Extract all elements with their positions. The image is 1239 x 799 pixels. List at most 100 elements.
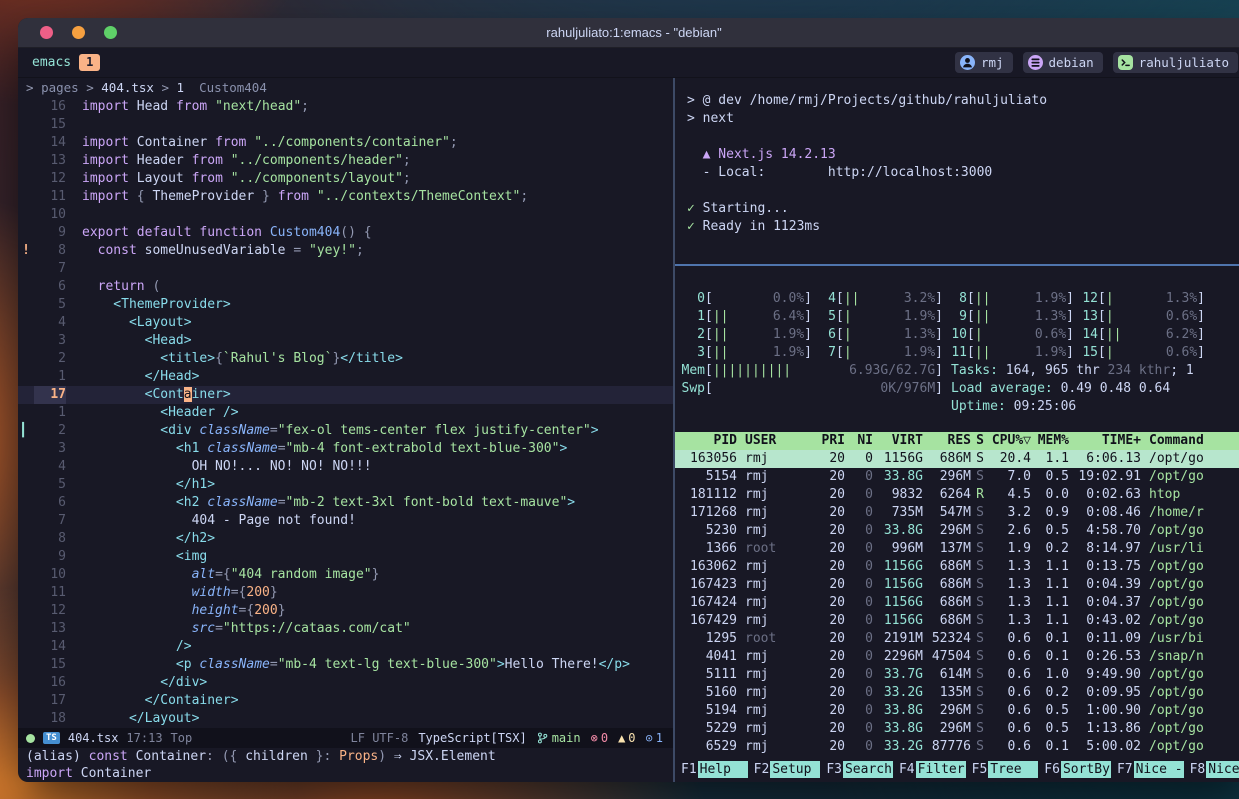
column-header-ni[interactable]: NI [845, 432, 873, 450]
process-row[interactable]: 171268rmj200735M547MS3.20.90:08.46/home/… [681, 504, 1239, 522]
code-line[interactable]: 1 <Header /> [18, 404, 673, 422]
token: /> [82, 639, 192, 654]
code-line[interactable]: 4 OH NO!... NO! NO! NO!!! [18, 458, 673, 476]
code-line[interactable]: 3 <Head> [18, 332, 673, 350]
code-line[interactable]: 6 <h2 className="mb-2 text-3xl font-bold… [18, 494, 673, 512]
git-branch-indicator[interactable]: main [537, 731, 581, 745]
code-text: <div className="fex-ol tems-center flex … [66, 422, 599, 440]
column-header-cmd[interactable]: Command [1141, 432, 1239, 450]
code-text: <title>{`Rahul's Blog`}</title> [66, 350, 403, 368]
modeline-major-mode[interactable]: TypeScript[TSX] [418, 731, 526, 745]
tmux-window-index[interactable]: 1 [79, 54, 100, 71]
column-header-pri[interactable]: PRI [813, 432, 845, 450]
code-line[interactable]: 13 src="https://cataas.com/cat" [18, 620, 673, 638]
code-line[interactable]: 9export default function Custom404() { [18, 224, 673, 242]
token: "fex-ol tems-center flex justify-center" [278, 423, 591, 438]
token: } [254, 189, 277, 204]
fkey-f8[interactable]: F8Nice + [1184, 761, 1239, 778]
close-button[interactable] [40, 26, 53, 39]
fkey-f4[interactable]: F4Filter [893, 761, 966, 778]
git-change-fringe-icon: ▎ [18, 422, 34, 440]
code-line[interactable]: 6 return ( [18, 278, 673, 296]
code-line-current[interactable]: 17 <Container> [18, 386, 673, 404]
code-line[interactable]: 5 <ThemeProvider> [18, 296, 673, 314]
fkey-f7[interactable]: F7Nice - [1111, 761, 1184, 778]
process-row[interactable]: 167424rmj2001156G686MS1.31.10:04.37/opt/… [681, 594, 1239, 612]
token: 965 thr [1045, 363, 1100, 378]
minimize-button[interactable] [72, 26, 85, 39]
code-line[interactable]: 18 </Layout> [18, 710, 673, 728]
code-line[interactable]: 1 </Head> [18, 368, 673, 386]
token: = [215, 621, 223, 636]
code-line[interactable]: 13import Header from "../components/head… [18, 152, 673, 170]
code-line[interactable]: 12import Layout from "../components/layo… [18, 170, 673, 188]
process-row[interactable]: 167423rmj2001156G686MS1.31.10:04.39/opt/… [681, 576, 1239, 594]
process-row[interactable]: 181112rmj20098326264R4.50.00:02.63htop [681, 486, 1239, 504]
maximize-button[interactable] [104, 26, 117, 39]
code-line[interactable]: 7 404 - Page not found! [18, 512, 673, 530]
code-line[interactable]: 17 </Container> [18, 692, 673, 710]
column-header-mem[interactable]: MEM% [1031, 432, 1069, 450]
window-titlebar[interactable]: rahuljuliato:1:emacs - "debian" [18, 18, 1239, 48]
cell-s: S [971, 576, 989, 594]
token: pages [41, 80, 79, 95]
token: > @ dev /home/rmj/Projects/github/rahulj… [687, 93, 1047, 108]
code-line[interactable]: 15 [18, 116, 673, 134]
code-line[interactable]: 16import Head from "next/head"; [18, 98, 673, 116]
code-line[interactable]: 9 <img [18, 548, 673, 566]
code-line[interactable]: 8 </h2> [18, 530, 673, 548]
process-row[interactable]: 163062rmj2001156G686MS1.31.10:13.75/opt/… [681, 558, 1239, 576]
code-area[interactable]: 16import Head from "next/head"; 15 14imp… [18, 98, 673, 728]
fkey-number: F4 [893, 761, 916, 778]
code-line[interactable]: 10 [18, 206, 673, 224]
cell-time: 5:00.02 [1069, 738, 1141, 756]
process-row[interactable]: 6529rmj20033.2G87776S0.60.15:00.02/opt/g… [681, 738, 1239, 756]
code-line[interactable]: 11 width={200} [18, 584, 673, 602]
code-line[interactable]: 16 </div> [18, 674, 673, 692]
code-line[interactable]: 11import { ThemeProvider } from "../cont… [18, 188, 673, 206]
htop-pane[interactable]: 0[0.0%]4[||3.2%]8[||1.9%]12[|1.3%]1[||6.… [675, 266, 1239, 782]
process-row[interactable]: 1366root200996M137MS1.90.28:14.97/usr/li [681, 540, 1239, 558]
tmux-window-name[interactable]: emacs [32, 55, 71, 70]
process-row[interactable]: 167429rmj2001156G686MS1.31.10:43.02/opt/… [681, 612, 1239, 630]
column-header-cpu[interactable]: CPU%▽ [989, 432, 1031, 450]
code-line[interactable]: 14import Container from "../components/c… [18, 134, 673, 152]
code-line[interactable]: 14 /> [18, 638, 673, 656]
process-row[interactable]: 5111rmj20033.7G614MS0.61.09:49.90/opt/go [681, 666, 1239, 684]
column-header-virt[interactable]: VIRT [873, 432, 923, 450]
code-line[interactable]: 5 </h1> [18, 476, 673, 494]
code-line[interactable]: ▎2 <div className="fex-ol tems-center fl… [18, 422, 673, 440]
code-line[interactable]: 4 <Layout> [18, 314, 673, 332]
cell-res: 296M [923, 702, 971, 720]
process-row[interactable]: 5230rmj20033.8G296MS2.60.54:58.70/opt/go [681, 522, 1239, 540]
cell-user: root [737, 540, 813, 558]
column-header-pid[interactable]: PID [681, 432, 737, 450]
process-row[interactable]: 4041rmj2002296M47504S0.60.10:26.53/snap/… [681, 648, 1239, 666]
terminal-line: > next [687, 110, 1239, 128]
code-line[interactable]: 10 alt={"404 random image"} [18, 566, 673, 584]
code-line[interactable]: 2 <title>{`Rahul's Blog`}</title> [18, 350, 673, 368]
fkey-f6[interactable]: F6SortBy [1038, 761, 1111, 778]
code-line[interactable]: !8 const someUnusedVariable = "yey!"; [18, 242, 673, 260]
fkey-f2[interactable]: F2Setup [748, 761, 821, 778]
column-header-user[interactable]: USER [737, 432, 813, 450]
code-line[interactable]: 15 <p className="mb-4 text-lg text-blue-… [18, 656, 673, 674]
terminal-pane[interactable]: > @ dev /home/rmj/Projects/github/rahulj… [675, 78, 1239, 264]
layers-icon [1028, 55, 1043, 70]
fkey-f3[interactable]: F3Search [820, 761, 893, 778]
fkey-f1[interactable]: F1Help [675, 761, 748, 778]
column-header-s[interactable]: S [971, 432, 989, 450]
emacs-pane[interactable]: > pages > 404.tsx > 1 Custom404 16import… [18, 78, 673, 782]
process-row[interactable]: 5154rmj20033.8G296MS7.00.519:02.91/opt/g… [681, 468, 1239, 486]
process-row-selected[interactable]: 163056rmj2001156G686MS20.41.16:06.13/opt… [675, 450, 1239, 468]
column-header-res[interactable]: RES [923, 432, 971, 450]
process-row[interactable]: 5160rmj20033.2G135MS0.60.20:09.95/opt/go [681, 684, 1239, 702]
code-line[interactable]: 12 height={200} [18, 602, 673, 620]
code-line[interactable]: 7 [18, 260, 673, 278]
fkey-f5[interactable]: F5Tree [966, 761, 1039, 778]
code-line[interactable]: 3 <h1 className="mb-4 font-extrabold tex… [18, 440, 673, 458]
process-row[interactable]: 1295root2002191M52324S0.60.10:11.09/usr/… [681, 630, 1239, 648]
column-header-time[interactable]: TIME+ [1069, 432, 1141, 450]
process-row[interactable]: 5194rmj20033.8G296MS0.60.51:00.90/opt/go [681, 702, 1239, 720]
process-row[interactable]: 5229rmj20033.8G296MS0.60.51:13.86/opt/go [681, 720, 1239, 738]
